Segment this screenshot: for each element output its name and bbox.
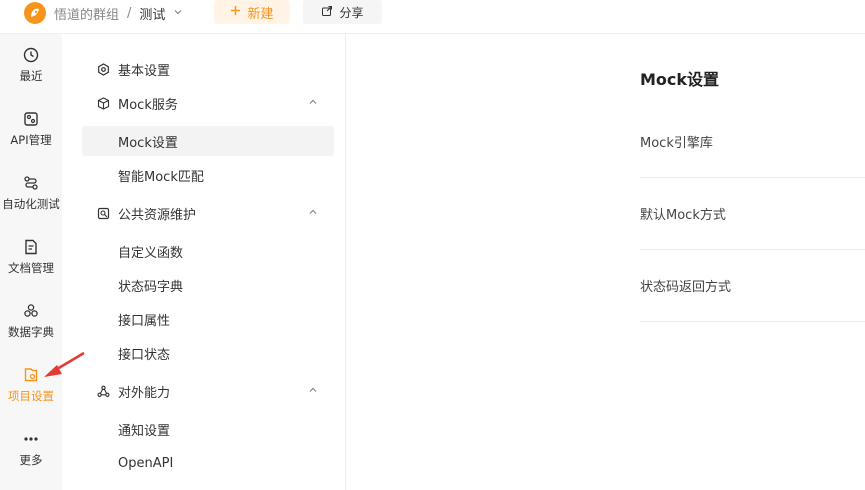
- nav-notify-settings[interactable]: 通知设置: [82, 414, 334, 444]
- nav-status-codes[interactable]: 状态码字典: [82, 270, 334, 300]
- nav-label: 基本设置: [118, 63, 171, 79]
- nav-label: 通知设置: [118, 423, 171, 439]
- annotation-arrow: [44, 351, 85, 377]
- nav-label: 对外能力: [118, 385, 171, 401]
- rail-item-docs[interactable]: 文档管理: [0, 238, 62, 294]
- nav-label: 接口状态: [118, 347, 171, 363]
- breadcrumb-group[interactable]: 悟道的群组: [54, 4, 119, 23]
- nav-label: Mock服务: [118, 97, 178, 113]
- breadcrumb-separator: /: [127, 6, 132, 21]
- more-icon: [22, 430, 40, 448]
- nav-group-external[interactable]: 对外能力: [82, 376, 334, 406]
- new-button[interactable]: 新建: [214, 0, 290, 24]
- breadcrumb-project[interactable]: 测试: [139, 4, 165, 23]
- setting-row-status-code-return: 状态码返回方式: [640, 250, 865, 322]
- rail-item-recent[interactable]: 最近: [0, 46, 62, 102]
- nav-mock-settings[interactable]: Mock设置: [82, 126, 334, 156]
- rail-item-label: 文档管理: [8, 261, 54, 275]
- share-button-label: 分享: [339, 5, 364, 20]
- setting-row-default-mock: 默认Mock方式: [640, 178, 865, 250]
- nav-openapi[interactable]: OpenAPI: [82, 448, 334, 478]
- nav-group-public-resources[interactable]: 公共资源维护: [82, 198, 334, 228]
- setting-label: Mock引擎库: [640, 136, 713, 151]
- app-logo[interactable]: [24, 2, 46, 24]
- nav-label: Mock设置: [118, 135, 178, 151]
- nav-custom-functions[interactable]: 自定义函数: [82, 236, 334, 266]
- chevron-up-icon[interactable]: [308, 207, 318, 217]
- plus-icon: [230, 5, 241, 20]
- nav-group-mock-service[interactable]: Mock服务: [82, 88, 334, 118]
- rail-item-label: 更多: [19, 453, 43, 467]
- rail-item-label: 自动化测试: [2, 197, 60, 211]
- nav-label: 智能Mock匹配: [118, 169, 204, 185]
- chevron-down-icon[interactable]: [173, 6, 183, 21]
- rail-item-more[interactable]: 更多: [0, 430, 62, 486]
- top-bar: 悟道的群组 / 测试 新建 分享: [0, 0, 865, 34]
- nav-label: 自定义函数: [118, 245, 184, 261]
- network-icon: [96, 384, 110, 398]
- nav-smart-mock[interactable]: 智能Mock匹配: [82, 160, 334, 190]
- chevron-up-icon[interactable]: [308, 97, 318, 107]
- rail-item-label: API管理: [10, 133, 52, 147]
- share-icon: [321, 5, 333, 20]
- main-content: Mock设置 Mock引擎库 默认Mock方式 状态码返回方式: [347, 34, 865, 490]
- rail-item-automation[interactable]: 自动化测试: [0, 174, 62, 230]
- breadcrumb: 悟道的群组 / 测试: [54, 4, 183, 23]
- icon-rail: 最近 API管理 自动化测试 文档管理 数据字典 项目设置 更多: [0, 34, 62, 490]
- setting-row-mock-engine: Mock引擎库: [640, 106, 865, 178]
- dictionary-icon: [22, 302, 40, 320]
- history-icon: [22, 46, 40, 64]
- page-title: Mock设置: [640, 70, 720, 89]
- nav-label: 状态码字典: [118, 279, 184, 295]
- nav-label: OpenAPI: [118, 455, 174, 471]
- nav-label: 公共资源维护: [118, 207, 197, 223]
- flow-icon: [22, 174, 40, 192]
- document-icon: [22, 238, 40, 256]
- settings-icon: [96, 62, 110, 76]
- setting-label: 默认Mock方式: [640, 208, 726, 223]
- rail-item-label: 最近: [19, 69, 43, 83]
- project-settings-icon: [22, 366, 40, 384]
- settings-nav: 基本设置 Mock服务 Mock设置 智能Mock匹配 公共资源维护 自定义函数…: [62, 34, 346, 490]
- rail-item-label: 项目设置: [8, 389, 54, 403]
- nav-basic-settings[interactable]: 基本设置: [82, 54, 334, 84]
- cube-icon: [96, 96, 110, 110]
- chevron-up-icon[interactable]: [308, 385, 318, 395]
- nav-label: 接口属性: [118, 313, 171, 329]
- rail-item-label: 数据字典: [8, 325, 54, 339]
- share-button[interactable]: 分享: [303, 0, 382, 24]
- nav-api-status[interactable]: 接口状态: [82, 338, 334, 368]
- nav-api-attributes[interactable]: 接口属性: [82, 304, 334, 334]
- rail-item-api[interactable]: API管理: [0, 110, 62, 166]
- new-button-label: 新建: [247, 6, 274, 22]
- resource-icon: [96, 206, 110, 220]
- api-icon: [22, 110, 40, 128]
- setting-label: 状态码返回方式: [640, 280, 732, 295]
